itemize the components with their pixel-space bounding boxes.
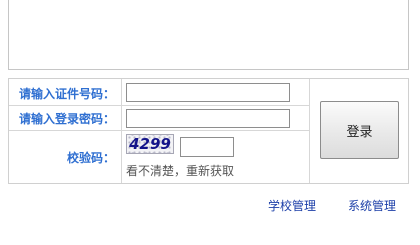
password-row: 请输入登录密码： xyxy=(9,106,309,131)
id-number-row: 请输入证件号码： xyxy=(9,79,309,106)
school-management-link[interactable]: 学校管理 xyxy=(268,197,316,214)
captcha-refresh-link[interactable]: 看不清楚，重新获取 xyxy=(126,162,234,179)
captcha-row: 校验码： 4299 看不清楚，重新获取 xyxy=(9,131,309,183)
password-label: 请输入登录密码： xyxy=(18,112,115,126)
footer: 学校管理 系统管理 xyxy=(0,189,420,245)
captcha-label-cell: 校验码： xyxy=(9,131,122,183)
id-number-input[interactable] xyxy=(126,83,290,102)
login-page: 请输入证件号码： 请输入登录密码： 校验码： 4299 看不清楚，重新获取 登录… xyxy=(0,0,420,245)
system-management-link[interactable]: 系统管理 xyxy=(348,197,396,214)
password-input[interactable] xyxy=(126,109,290,128)
login-panel: 请输入证件号码： 请输入登录密码： 校验码： 4299 看不清楚，重新获取 登录 xyxy=(8,78,409,184)
login-button-cell: 登录 xyxy=(309,79,408,183)
captcha-input[interactable] xyxy=(180,137,234,157)
notice-textarea[interactable] xyxy=(8,0,409,70)
id-number-label-cell: 请输入证件号码： xyxy=(9,79,122,105)
id-number-label: 请输入证件号码： xyxy=(18,87,115,101)
captcha-label: 校验码： xyxy=(66,151,115,165)
login-button[interactable]: 登录 xyxy=(320,101,399,159)
password-label-cell: 请输入登录密码： xyxy=(9,106,122,130)
captcha-image[interactable]: 4299 xyxy=(126,134,174,154)
